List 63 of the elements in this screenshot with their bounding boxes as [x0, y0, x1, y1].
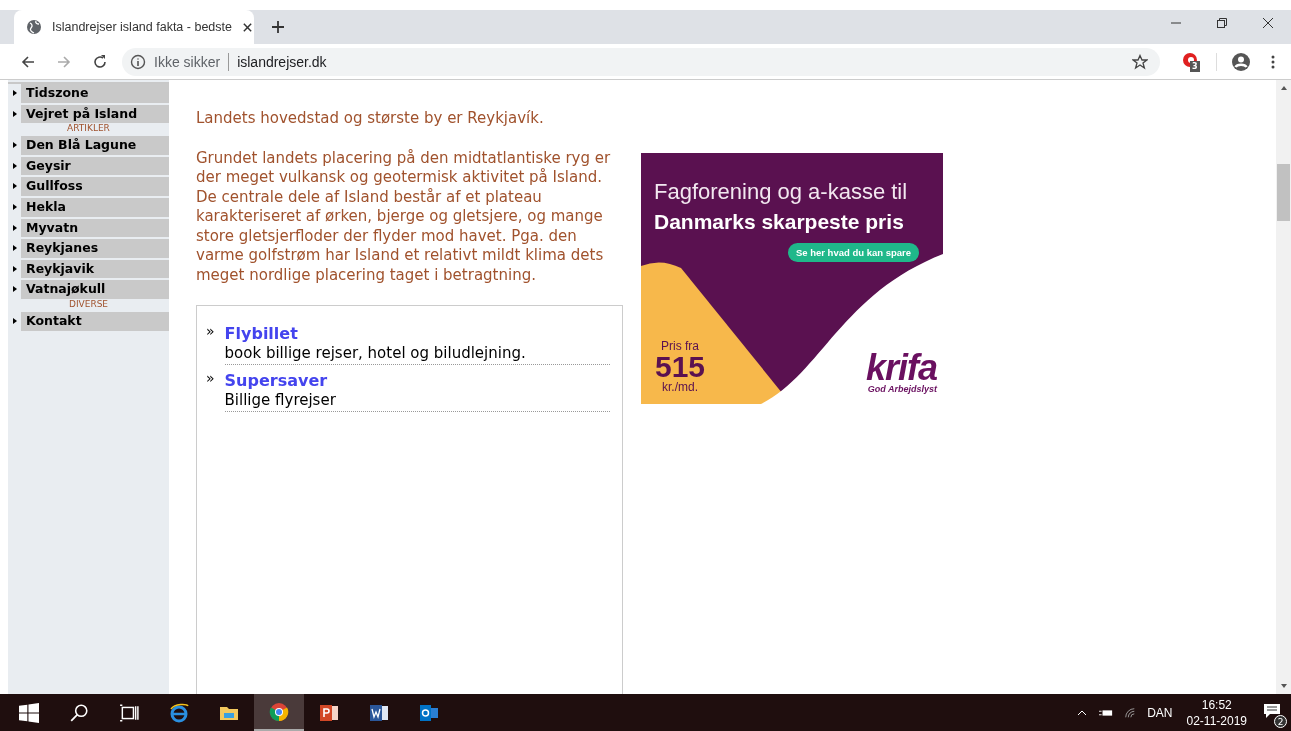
back-arrow-icon[interactable] [20, 53, 36, 70]
link-description: book billige rejser, hotel og biludlejning. [224, 344, 527, 363]
bullet-mark: » [206, 371, 215, 388]
sidebar-link[interactable]: Vatnajøkull [21, 280, 169, 299]
triangle-icon [13, 265, 17, 272]
link-description: Billige flyrejser [224, 391, 337, 410]
scroll-up-icon[interactable] [1279, 85, 1288, 91]
info-icon [130, 53, 146, 70]
triangle-icon [13, 203, 17, 210]
sidebar-link[interactable]: Reykjanes [21, 239, 169, 258]
tab-title: Islandrejser island fakta - bedste [52, 20, 232, 34]
address-bar[interactable]: Ikke sikker islandrejser.dk [122, 47, 1160, 76]
scroll-down-icon[interactable] [1279, 683, 1288, 689]
price-label: Pris fra [661, 340, 700, 353]
triangle-icon [13, 245, 17, 252]
triangle-icon [13, 110, 17, 117]
plus-icon[interactable] [271, 20, 285, 34]
sidebar-link[interactable]: Den Blå Lagune [21, 136, 169, 155]
ad-headline: Fagforening og a-kasse til [654, 178, 909, 206]
close-icon[interactable] [1262, 17, 1274, 29]
scrollbar[interactable] [1276, 80, 1291, 694]
notification-count: 2 [1274, 714, 1287, 728]
triangle-icon [13, 183, 17, 190]
reload-icon[interactable] [92, 53, 108, 70]
chrome-icon[interactable] [254, 694, 304, 731]
bullet-mark: » [206, 324, 215, 341]
sidebar-link[interactable]: Kontakt [21, 311, 169, 331]
security-label: Ikke sikker [154, 53, 221, 70]
brand-logo: krifa [865, 352, 937, 384]
account-icon[interactable] [1231, 51, 1251, 72]
sidebar-heading: DIVERSE [68, 298, 109, 309]
restore-icon[interactable] [1216, 17, 1228, 29]
browser-tab[interactable]: Islandrejser island fakta - bedste [14, 10, 254, 44]
url-text: islandrejser.dk [237, 53, 327, 70]
link[interactable]: Supersaver [224, 371, 610, 391]
globe-icon [26, 19, 42, 35]
notification-button[interactable]: 2 [1261, 699, 1287, 726]
clock[interactable]: 16:52 02-11-2019 [1186, 696, 1247, 729]
scroll-thumb[interactable] [1277, 164, 1290, 221]
windows-logo-icon[interactable] [19, 702, 39, 723]
extension-button[interactable]: 3 [1182, 51, 1202, 72]
ad-headline: Danmarks skarpeste pris [654, 209, 905, 235]
brand-tagline: God Arbejdslyst [867, 384, 937, 394]
ad-banner[interactable]: Fagforening og a-kasse til Danmarks skarpeste pris Se her hvad du kan spare Pris fra 515 kr./md. krifa God Arbejdslyst [641, 153, 943, 404]
link[interactable]: Flybillet [224, 324, 610, 344]
triangle-icon [13, 286, 17, 293]
price-value: 515 [655, 353, 706, 381]
close-icon[interactable] [241, 21, 253, 33]
price-unit: kr./md. [662, 381, 699, 394]
language-indicator[interactable]: DAN [1147, 705, 1173, 720]
triangle-icon [13, 317, 17, 324]
triangle-icon [13, 224, 17, 231]
sidebar-link[interactable]: Gullfoss [21, 177, 169, 196]
triangle-icon [13, 162, 17, 169]
paragraph: Grundet landets placering på den midtatlantiske ryg er der meget vulkansk og geotermisk aktivitet på Island. De centrale dele af Island består af et plateau karakteriseret af ørken, bjerge og gletsjere, og mange store gletsjerfloder der flyder mod havet. Pga. den varme golfstrøm har Island et relativt mildt klima dets meget nordlige placering taget i betragtning. [196, 148, 612, 285]
star-icon[interactable] [1132, 53, 1148, 70]
sidebar-heading: ARTIKLER [67, 123, 110, 134]
sidebar-link[interactable]: Tidszone [21, 84, 169, 103]
triangle-icon [13, 142, 17, 149]
triangle-icon [13, 90, 17, 96]
paragraph: Landets hovedstad og største by er Reykjavík. [196, 109, 545, 129]
extension-badge: 3 [1190, 60, 1200, 72]
message-icon[interactable] [1263, 702, 1281, 719]
